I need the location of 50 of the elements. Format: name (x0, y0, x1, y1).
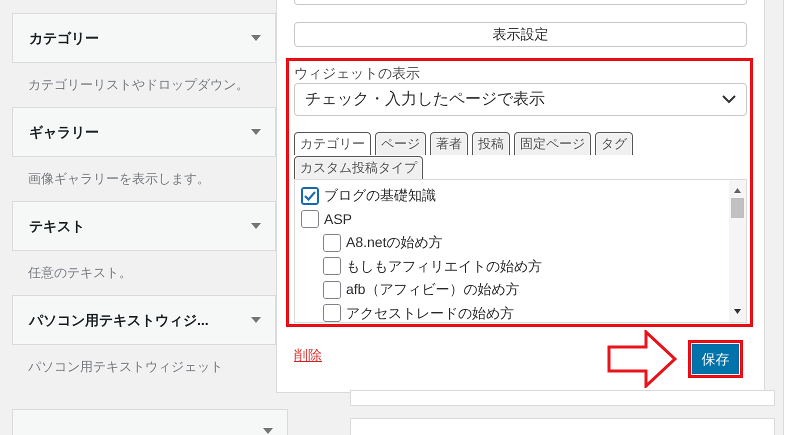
widget-card[interactable]: カテゴリー (12, 13, 276, 63)
field-label: ウィジェットの表示 (294, 64, 421, 82)
checkbox[interactable] (323, 257, 341, 276)
input-field[interactable] (294, 0, 747, 5)
scrollbar[interactable] (729, 180, 746, 322)
tab[interactable]: 固定ページ (514, 132, 591, 155)
display-settings-button[interactable]: 表示設定 (294, 22, 747, 47)
scroll-up-icon[interactable] (734, 188, 741, 193)
checkbox[interactable] (323, 280, 341, 299)
caret-icon[interactable] (251, 317, 261, 323)
checkbox-label: afb（アフィビー）の始め方 (346, 280, 520, 300)
checkbox-label: ブログの基礎知識 (324, 186, 436, 206)
widget-description: 画像ギャラリーを表示します。 (28, 170, 210, 188)
checkbox[interactable] (323, 234, 341, 252)
checkbox-label: アクセストレードの始め方 (346, 304, 514, 322)
highlight-frame (688, 340, 743, 378)
arrow-right-icon (607, 330, 677, 388)
tab[interactable]: ページ (375, 132, 426, 155)
widget-title: ギャラリー (29, 122, 99, 142)
widget-card[interactable]: パソコン用テキストウィジ... (12, 295, 276, 345)
tab[interactable]: カスタム投稿タイプ (294, 156, 423, 179)
caret-icon[interactable] (251, 129, 261, 135)
tab[interactable]: 著者 (430, 132, 468, 155)
widget-title: テキスト (29, 216, 85, 236)
select-value: チェック・入力したページで表示 (305, 90, 545, 110)
caret-icon[interactable] (251, 35, 261, 41)
checkbox-label: A8.netの始め方 (346, 233, 442, 252)
widget-description: 任意のテキスト。 (28, 264, 132, 282)
delete-link[interactable]: 削除 (294, 345, 322, 366)
widget-description: カテゴリーリストやドロップダウン。 (28, 76, 249, 94)
widget-description: パソコン用テキストウィジェット (28, 358, 223, 376)
chevron-down-icon (722, 95, 736, 104)
scroll-thumb[interactable] (731, 198, 744, 218)
save-button[interactable]: 保存 (692, 344, 739, 374)
tab[interactable]: カテゴリー (294, 132, 371, 155)
checkbox-label: もしもアフィリエイトの始め方 (346, 256, 542, 276)
visibility-select[interactable]: チェック・入力したページで表示 (294, 83, 747, 116)
checkbox-label: ASP (324, 210, 352, 229)
checkbox[interactable] (323, 304, 341, 322)
scroll-down-icon[interactable] (734, 309, 741, 314)
widget-card[interactable]: テキスト (12, 201, 276, 251)
tab[interactable]: 投稿 (472, 132, 510, 155)
checkbox[interactable] (301, 210, 319, 228)
checkbox[interactable] (301, 186, 319, 205)
caret-icon[interactable] (251, 223, 261, 229)
widget-title: パソコン用テキストウィジ... (29, 310, 209, 330)
widget-title: カテゴリー (29, 28, 99, 48)
widget-card[interactable]: ギャラリー (12, 107, 276, 157)
tab[interactable]: タグ (595, 132, 633, 155)
caret-icon[interactable] (263, 428, 273, 434)
